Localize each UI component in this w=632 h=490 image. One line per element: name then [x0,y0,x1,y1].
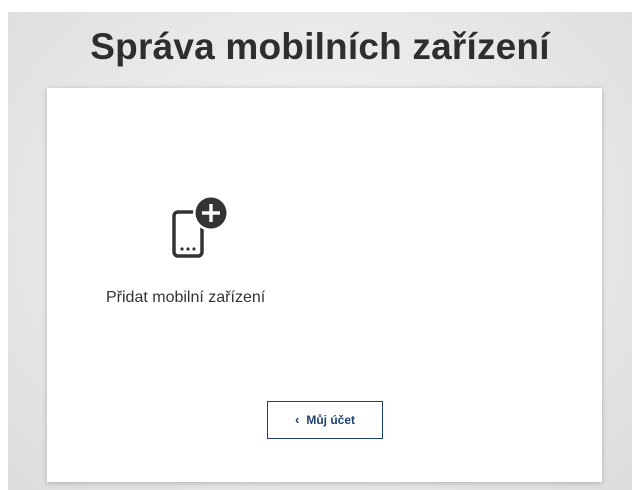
my-account-label: Můj účet [306,413,355,427]
my-account-button[interactable]: ‹ Můj účet [267,401,383,439]
chevron-left-icon: ‹ [294,412,300,427]
mobile-plus-icon[interactable] [170,194,230,260]
add-device-label[interactable]: Přidat mobilní zařízení [106,289,265,307]
page-title: Správa mobilních zařízení [90,26,550,67]
device-card: Přidat mobilní zařízení ‹ Můj účet [47,88,602,482]
